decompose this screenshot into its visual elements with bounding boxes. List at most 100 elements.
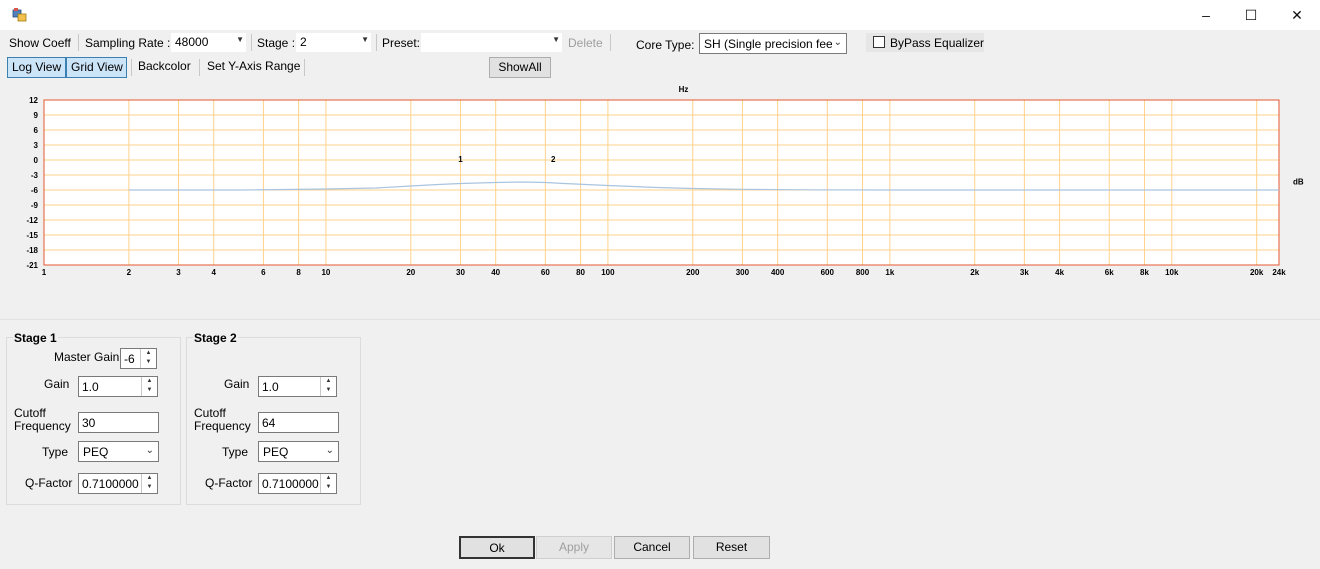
- stage-select[interactable]: 2 ▼: [296, 33, 371, 52]
- stage2-title: Stage 2: [193, 331, 238, 345]
- x-axis-label: Hz: [679, 85, 689, 94]
- bypass-checkbox[interactable]: [873, 36, 885, 48]
- up-arrow-icon[interactable]: ▲: [142, 377, 157, 386]
- stage2-q-spinner[interactable]: 0.7100000 ▲ ▼: [258, 473, 337, 494]
- apply-button[interactable]: Apply: [536, 536, 612, 559]
- x-tick-label: 80: [576, 268, 585, 277]
- x-tick-label: 4k: [1055, 268, 1064, 277]
- y-tick-label: -15: [26, 231, 38, 240]
- preset-select[interactable]: ▼: [421, 33, 562, 52]
- spinner-buttons[interactable]: ▲ ▼: [320, 474, 336, 493]
- plot-background: [44, 100, 1279, 265]
- chevron-down-icon: ⌄: [833, 37, 842, 48]
- up-arrow-icon[interactable]: ▲: [142, 474, 157, 483]
- stage-marker: 2: [551, 155, 556, 164]
- stage1-cutoff-label: Cutoff: [14, 406, 46, 420]
- y-axis-label: dB: [1293, 178, 1304, 187]
- x-tick-label: 300: [736, 268, 750, 277]
- stage1-gain-spinner[interactable]: 1.0 ▲ ▼: [78, 376, 158, 397]
- stage2-cutoff-input[interactable]: 64: [258, 412, 339, 433]
- y-tick-label: 0: [34, 156, 39, 165]
- spinner-buttons[interactable]: ▲ ▼: [140, 349, 156, 368]
- chevron-down-icon: ⌄: [145, 445, 154, 456]
- down-arrow-icon[interactable]: ▼: [141, 358, 156, 367]
- minimize-icon: –: [1202, 7, 1210, 23]
- spinner-buttons[interactable]: ▲ ▼: [141, 474, 157, 493]
- y-tick-label: -6: [31, 186, 39, 195]
- stage2-type-select[interactable]: PEQ ⌄: [258, 441, 339, 462]
- down-arrow-icon[interactable]: ▼: [321, 386, 336, 395]
- x-tick-label: 3k: [1020, 268, 1029, 277]
- x-tick-label: 1: [42, 268, 47, 277]
- stage1-title: Stage 1: [13, 331, 58, 345]
- x-tick-label: 60: [541, 268, 550, 277]
- toolbar-separator: [131, 59, 132, 76]
- down-arrow-icon[interactable]: ▼: [142, 483, 157, 492]
- stage1-q-spinner[interactable]: 0.7100000 ▲ ▼: [78, 473, 158, 494]
- y-tick-label: 3: [34, 141, 39, 150]
- down-arrow-icon[interactable]: ▼: [321, 483, 336, 492]
- y-tick-label: 6: [34, 126, 39, 135]
- grid-view-button[interactable]: Grid View: [66, 57, 127, 78]
- stage1-frequency-label: Frequency: [14, 419, 71, 433]
- log-view-button[interactable]: Log View: [7, 57, 66, 78]
- stage2-gain-label: Gain: [224, 377, 250, 391]
- x-tick-label: 600: [821, 268, 835, 277]
- stage1-type-label: Type: [42, 445, 69, 459]
- sampling-rate-select[interactable]: 48000 ▼: [171, 33, 246, 52]
- x-tick-label: 3: [176, 268, 181, 277]
- x-tick-label: 8k: [1140, 268, 1149, 277]
- chart-scroll-strip: [0, 298, 1320, 320]
- ok-button[interactable]: Ok: [459, 536, 535, 559]
- x-tick-label: 30: [456, 268, 465, 277]
- show-coeff-button[interactable]: Show Coeff: [9, 35, 71, 51]
- master-gain-label: Master Gain: [54, 350, 120, 364]
- x-tick-label: 800: [856, 268, 870, 277]
- stage2-gain-spinner[interactable]: 1.0 ▲ ▼: [258, 376, 337, 397]
- x-tick-label: 6: [261, 268, 266, 277]
- y-tick-label: 9: [34, 111, 39, 120]
- toolbar-separator: [376, 34, 377, 51]
- reset-button[interactable]: Reset: [693, 536, 770, 559]
- x-tick-label: 1k: [885, 268, 894, 277]
- stage2-type-label: Type: [222, 445, 249, 459]
- spinner-buttons[interactable]: ▲ ▼: [141, 377, 157, 396]
- frequency-response-chart: 12 9 6 3 0 -3 -6 -9 -12 -15 -18 -21 1 2 3 4 6 8 10 20 30 40 60…: [0, 82, 1320, 298]
- up-arrow-icon[interactable]: ▲: [321, 474, 336, 483]
- y-tick-label: -18: [26, 246, 38, 255]
- y-tick-label: 12: [29, 96, 38, 105]
- spinner-buttons[interactable]: ▲ ▼: [320, 377, 336, 396]
- minimize-button[interactable]: –: [1183, 0, 1229, 30]
- core-type-select[interactable]: SH (Single precision feedb ⌄: [699, 33, 847, 54]
- up-arrow-icon[interactable]: ▲: [141, 349, 156, 358]
- master-gain-value: -6: [124, 352, 135, 366]
- stage1-type-select[interactable]: PEQ ⌄: [78, 441, 159, 462]
- bypass-label[interactable]: ByPass Equalizer: [890, 35, 984, 51]
- sampling-rate-value: 48000: [175, 35, 209, 49]
- chevron-down-icon: ▼: [236, 35, 244, 44]
- close-button[interactable]: ✕: [1274, 0, 1320, 30]
- maximize-button[interactable]: ☐: [1228, 0, 1274, 30]
- toolbar-separator: [251, 34, 252, 51]
- stage1-cutoff-input[interactable]: 30: [78, 412, 159, 433]
- stage-value: 2: [300, 35, 307, 49]
- backcolor-button[interactable]: Backcolor: [134, 57, 195, 78]
- x-tick-label: 20: [406, 268, 415, 277]
- set-y-axis-range-button[interactable]: Set Y-Axis Range: [203, 57, 304, 78]
- maximize-icon: ☐: [1244, 6, 1258, 23]
- show-all-button[interactable]: ShowAll: [489, 57, 551, 78]
- x-tick-label: 10k: [1165, 268, 1179, 277]
- delete-button[interactable]: Delete: [568, 35, 603, 51]
- y-tick-label: -21: [26, 261, 38, 270]
- chevron-down-icon: ▼: [552, 35, 560, 44]
- cancel-button[interactable]: Cancel: [614, 536, 690, 559]
- x-tick-label: 400: [771, 268, 785, 277]
- master-gain-spinner[interactable]: -6 ▲ ▼: [120, 348, 157, 369]
- y-tick-label: -12: [26, 216, 38, 225]
- close-icon: ✕: [1291, 6, 1303, 23]
- up-arrow-icon[interactable]: ▲: [321, 377, 336, 386]
- down-arrow-icon[interactable]: ▼: [142, 386, 157, 395]
- stage-label: Stage :: [257, 36, 296, 50]
- toolbar-separator: [199, 59, 200, 76]
- core-type-value: SH (Single precision feedb: [704, 37, 832, 51]
